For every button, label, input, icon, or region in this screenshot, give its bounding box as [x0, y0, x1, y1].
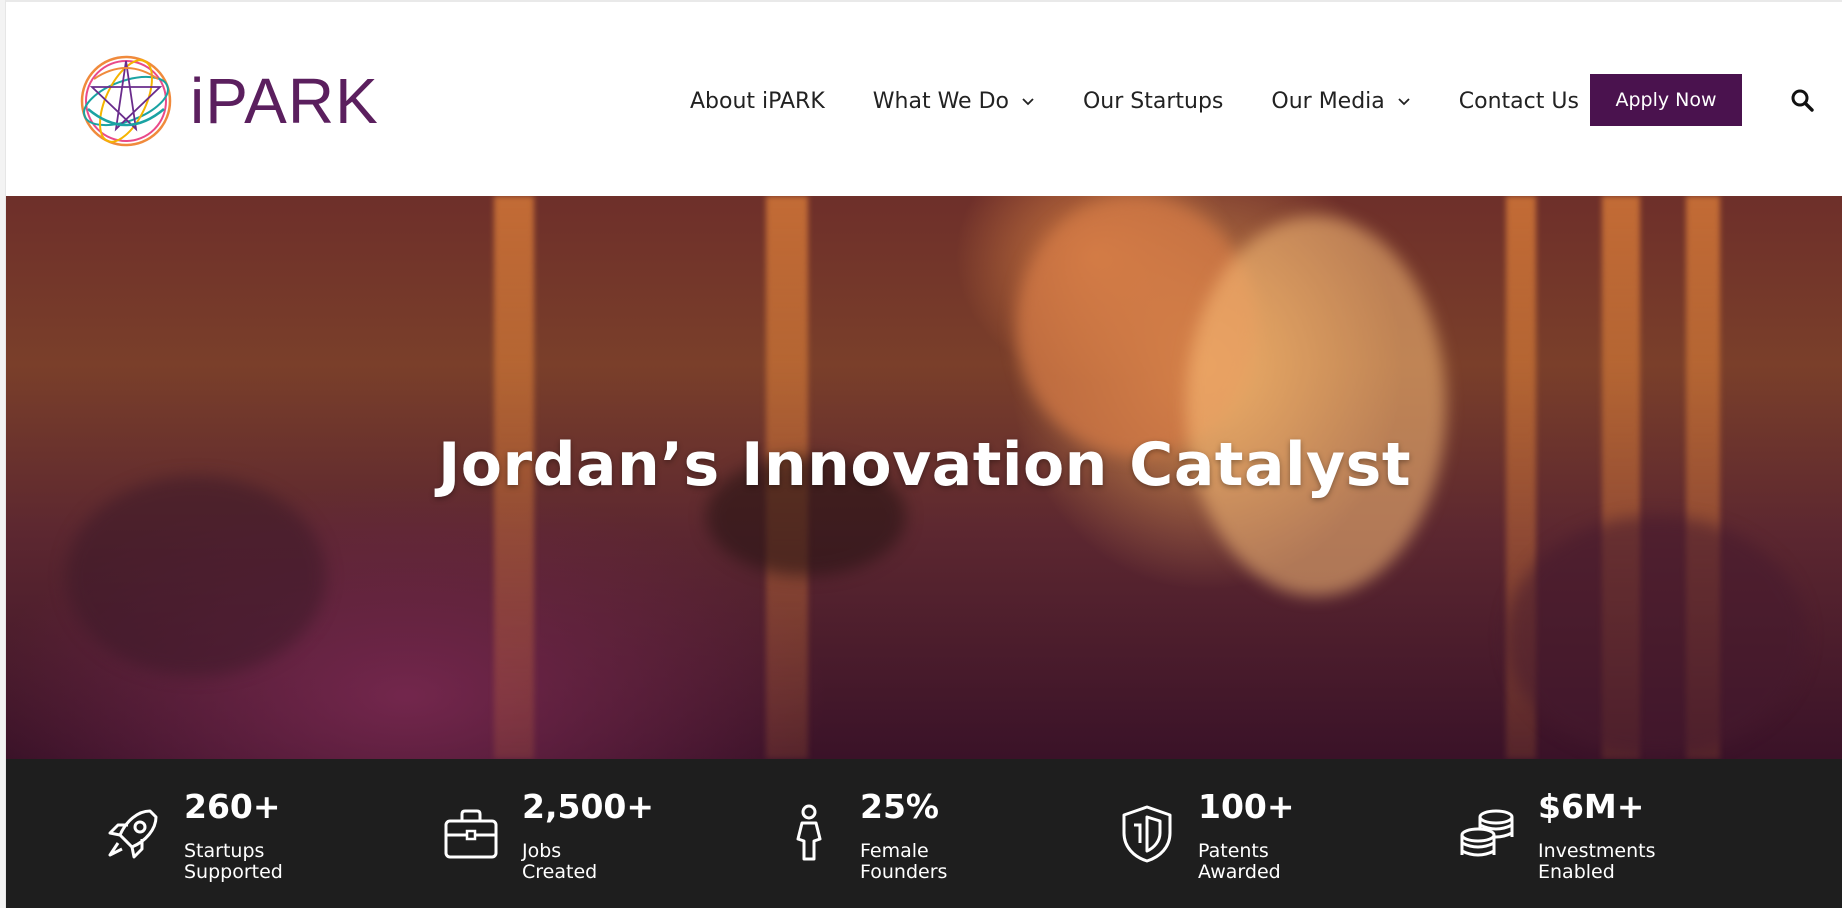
globe-logo-icon: [80, 55, 172, 147]
nav-item-our-media[interactable]: Our Media: [1271, 89, 1410, 114]
stat-label-line: Awarded: [1198, 861, 1281, 883]
stat-label-line: Patents: [1198, 840, 1269, 862]
rocket-icon: [108, 809, 158, 859]
stat-value: 2,500+: [522, 787, 655, 826]
nav-item-contact-us[interactable]: Contact Us: [1459, 89, 1579, 114]
nav-item-what-we-do[interactable]: What We Do: [873, 89, 1035, 114]
stat-label: Female Founders: [860, 841, 1060, 883]
stat-label-line: Female: [860, 840, 929, 862]
stat-label-line: Created: [522, 861, 598, 883]
stat-label-line: Supported: [184, 861, 283, 883]
nav-item-label: About iPARK: [690, 88, 825, 114]
hero-banner: Jordan’s Innovation Catalyst: [6, 196, 1842, 759]
stat-label: Jobs Created: [522, 841, 722, 883]
nav-item-label: What We Do: [872, 88, 1009, 114]
shield-icon: [1122, 805, 1172, 863]
stat-label: Patents Awarded: [1198, 841, 1398, 883]
ipark-logo[interactable]: iPARK: [74, 46, 384, 156]
logo-wordmark: iPARK: [190, 65, 379, 137]
stat-value: 25%: [860, 787, 939, 826]
female-icon: [796, 804, 822, 861]
stat-label-line: Investments: [1538, 840, 1656, 862]
stat-value: 100+: [1198, 787, 1295, 826]
hero-bg-figure: [66, 476, 326, 676]
hero-bg-figure: [1186, 216, 1446, 596]
stat-label: Startups Supported: [184, 841, 384, 883]
nav-item-label: Contact Us: [1458, 88, 1579, 114]
stat-label-line: Founders: [860, 861, 948, 883]
site-header: iPARK About iPARK What We Do Our Startup…: [6, 2, 1842, 196]
main-nav: About iPARK What We Do Our Startups Our …: [690, 74, 1627, 128]
chevron-down-icon: [1022, 98, 1034, 106]
page: iPARK About iPARK What We Do Our Startup…: [0, 0, 1842, 908]
search-icon[interactable]: [1790, 88, 1814, 112]
coins-icon: [1460, 809, 1514, 857]
stat-value: $6M+: [1538, 787, 1645, 826]
stat-label-line: Jobs: [522, 840, 562, 862]
browser-viewport: iPARK About iPARK What We Do Our Startup…: [5, 0, 1842, 908]
briefcase-icon: [444, 809, 498, 859]
stat-value: 260+: [184, 787, 281, 826]
stat-label-line: Enabled: [1538, 861, 1615, 883]
hero-title: Jordan’s Innovation Catalyst: [437, 430, 1412, 500]
nav-item-about[interactable]: About iPARK: [690, 89, 825, 114]
nav-item-our-startups[interactable]: Our Startups: [1083, 89, 1223, 114]
apply-now-button[interactable]: Apply Now: [1590, 74, 1742, 126]
nav-item-label: Our Startups: [1082, 88, 1224, 114]
chevron-down-icon: [1398, 98, 1410, 106]
stat-label-line: Startups: [184, 840, 265, 862]
hero-bg-figure: [1506, 516, 1806, 756]
nav-item-label: Our Media: [1271, 88, 1385, 114]
stats-bar: 260+ Startups Supported 2,500+ Jobs Crea…: [6, 759, 1842, 908]
stat-label: Investments Enabled: [1538, 841, 1738, 883]
